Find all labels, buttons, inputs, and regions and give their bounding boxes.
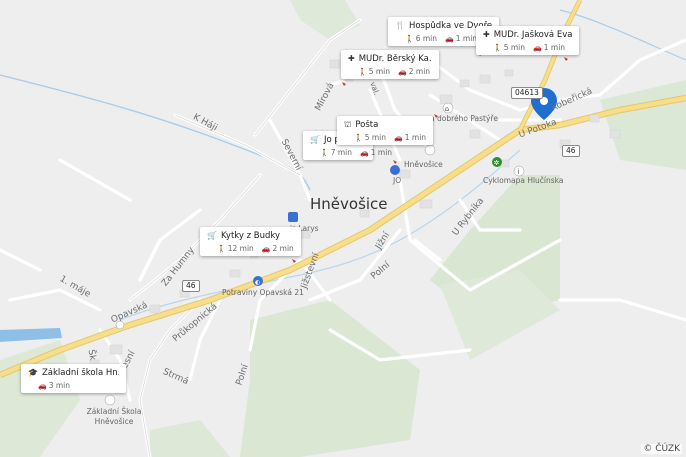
road-shield-04613: 04613 — [511, 87, 543, 99]
walk-time: 5 min — [364, 133, 387, 142]
walk-time: 7 min — [330, 148, 353, 157]
car-icon: 🚗 — [394, 133, 403, 142]
walk-icon: 🚶 — [217, 244, 226, 253]
poi-card-bersky[interactable]: ✚ MUDr. Běrský Ka… 🚶 5 min 🚗 2 min — [341, 50, 439, 79]
walk-icon: 🚶 — [358, 67, 367, 76]
street-label-skolni: Šk — [85, 348, 98, 362]
walk-icon: 🚶 — [354, 133, 363, 142]
poi-card-posta[interactable]: ⛫ Pošta 🚶 5 min 🚗 1 min — [337, 116, 434, 145]
poi-card-jaskova[interactable]: ✚ MUDr. Jašková Eva 🚶 5 min 🚗 1 min — [476, 26, 580, 55]
car-time: 2 min — [272, 244, 294, 253]
svg-text:i: i — [518, 168, 520, 176]
poi-label-hnevosice: Hněvošice — [404, 160, 443, 169]
walk-time: 5 min — [503, 43, 526, 52]
place-label: Hněvošice — [310, 195, 388, 213]
post-office-icon: ⛫ — [344, 120, 352, 129]
poi-label-dobreho-pastyre: a dobrého Pastýře — [430, 114, 498, 123]
car-icon: 🚗 — [533, 43, 542, 52]
car-time: 1 min — [543, 43, 566, 52]
car-icon: 🚗 — [38, 381, 47, 390]
shop-icon: 🛒 — [207, 231, 217, 240]
poi-card-kytky[interactable]: 🛒 Kytky z Budky 🚶 12 min 🚗 2 min — [200, 227, 301, 256]
road-shield-46-east: 46 — [562, 145, 580, 157]
medical-icon: ✚ — [483, 30, 490, 39]
car-time: 2 min — [408, 67, 431, 76]
school-icon: 🎓 — [28, 368, 38, 377]
map-view[interactable]: ✲ i ⌂ ◐ K Háji Mírová Severní Za Humny 1… — [0, 0, 686, 457]
car-icon: 🚗 — [445, 34, 454, 43]
car-time: 1 min — [404, 133, 427, 142]
svg-text:✲: ✲ — [494, 159, 500, 167]
poi-card-title: Základní škola Hn… — [41, 368, 119, 378]
car-time: 3 min — [48, 381, 71, 390]
poi-card-title: Kytky z Budky — [220, 231, 281, 241]
walk-time: 6 min — [415, 34, 438, 43]
walk-time: 12 min — [227, 244, 254, 253]
car-icon: 🚗 — [360, 148, 369, 157]
walk-icon: 🚶 — [493, 43, 502, 52]
shop-icon: 🛒 — [310, 135, 320, 144]
poi-card-title: Pošta — [355, 120, 379, 130]
poi-card-title: MUDr. Jašková Eva — [493, 30, 573, 40]
medical-icon: ✚ — [348, 54, 355, 63]
walk-icon: 🚶 — [405, 34, 414, 43]
svg-text:⌂: ⌂ — [445, 105, 449, 113]
poi-label-potraviny: Potraviny Opavská 21 — [222, 288, 304, 297]
svg-text:◐: ◐ — [255, 279, 260, 286]
walk-time: 5 min — [368, 67, 391, 76]
poi-label-cyklomapa: Cyklomapa Hlučínska — [483, 176, 564, 185]
car-icon: 🚗 — [261, 244, 271, 253]
car-time: 1 min — [370, 148, 393, 157]
car-icon: 🚗 — [398, 67, 407, 76]
poi-label-jo: JO — [393, 176, 402, 185]
poi-card-title: MUDr. Běrský Ka… — [358, 54, 432, 64]
walk-icon: 🚶 — [320, 148, 329, 157]
map-copyright[interactable]: © ČÚZK — [641, 444, 682, 454]
restaurant-icon: 🍴 — [395, 21, 405, 30]
poi-label-zakladni-skola: Základní Škola Hněvošice — [86, 407, 142, 426]
car-time: 1 min — [455, 34, 478, 43]
poi-card-skola[interactable]: 🎓 Základní škola Hn… 🚗 3 min — [21, 364, 126, 393]
road-shield-46-west: 46 — [182, 280, 200, 292]
